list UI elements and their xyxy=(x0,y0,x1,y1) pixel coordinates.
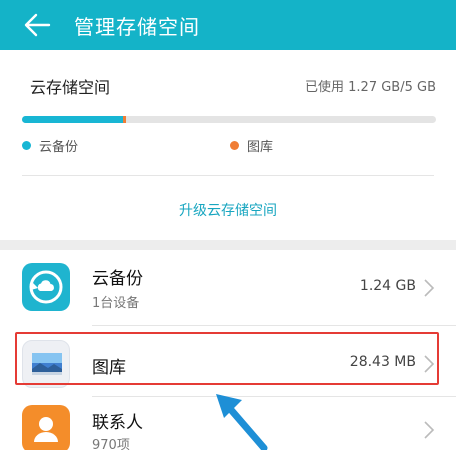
divider xyxy=(92,325,456,326)
page-title: 管理存储空间 xyxy=(74,14,200,39)
item-sub: 970项 xyxy=(92,438,130,450)
item-name: 云备份 xyxy=(92,269,143,289)
chevron-right-icon xyxy=(424,421,435,439)
legend-label: 云备份 xyxy=(39,140,79,155)
usage-bar-cloud-backup xyxy=(22,116,124,123)
storage-title: 云存储空间 xyxy=(30,78,111,97)
divider xyxy=(92,396,456,397)
legend-gallery: 图库 xyxy=(230,136,273,155)
storage-summary-card: 云存储空间 已使用 1.27 GB/5 GB 云备份 图库 升级云存储空间 xyxy=(0,50,456,240)
item-sub: 1台设备 xyxy=(92,296,140,311)
legend-label: 图库 xyxy=(247,140,274,155)
divider xyxy=(22,175,434,176)
upgrade-storage-button[interactable]: 升级云存储空间 xyxy=(0,200,456,220)
list-item-cloud-backup[interactable]: 云备份 1台设备 1.24 GB xyxy=(0,250,456,325)
back-arrow-icon xyxy=(24,13,51,37)
contacts-icon xyxy=(22,405,70,450)
legend-dot-cloud xyxy=(22,141,31,150)
legend-dot-gallery xyxy=(230,141,239,150)
item-name: 联系人 xyxy=(92,413,143,433)
back-button[interactable] xyxy=(12,5,62,45)
app-header: 管理存储空间 xyxy=(0,0,456,50)
usage-bar-gallery xyxy=(123,116,126,123)
legend-cloud-backup: 云备份 xyxy=(22,136,78,155)
cloud-backup-icon xyxy=(22,263,70,311)
highlight-box xyxy=(15,332,439,385)
storage-usage-bar xyxy=(22,116,436,123)
annotation-arrow-icon xyxy=(216,394,268,450)
item-size: 1.24 GB xyxy=(359,278,416,294)
storage-used-text: 已使用 1.27 GB/5 GB xyxy=(305,80,436,95)
chevron-right-icon xyxy=(424,279,435,297)
